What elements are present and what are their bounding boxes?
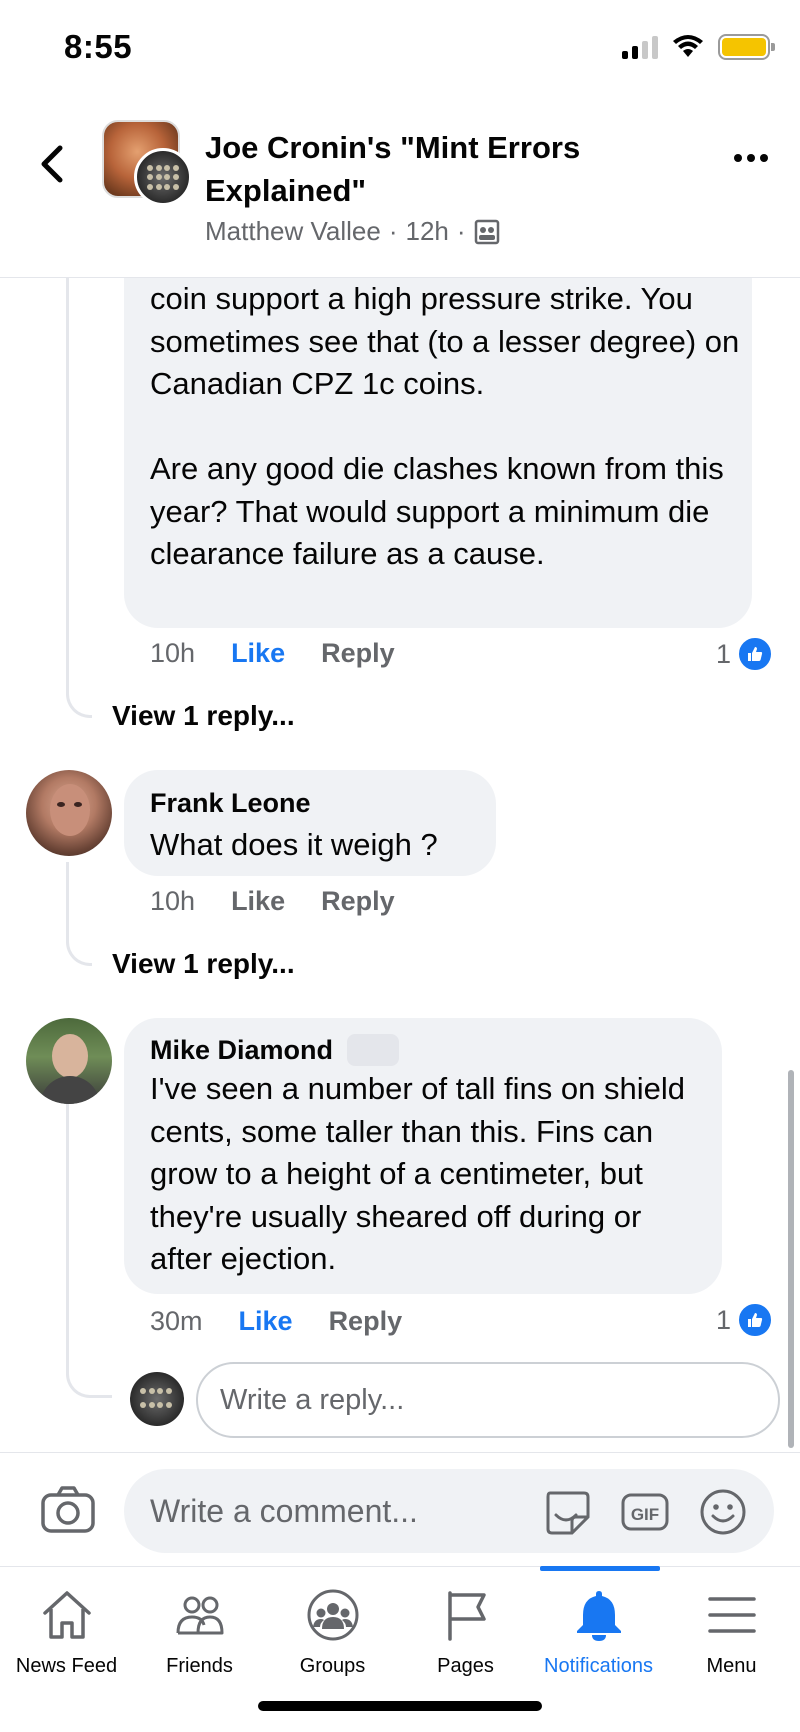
meta-separator: · [456, 216, 466, 246]
author-name[interactable]: Mike Diamond [150, 1035, 333, 1066]
camera-icon[interactable] [40, 1485, 96, 1535]
tab-label: Pages [437, 1655, 494, 1677]
sticker-icon[interactable] [542, 1487, 592, 1537]
thumbs-up-icon [737, 636, 774, 672]
meta-separator: · [388, 216, 398, 246]
comment-actions: 30m Like Reply [150, 1306, 402, 1337]
post-time: 12h [405, 216, 449, 246]
thread-line [66, 862, 92, 966]
back-button[interactable] [34, 140, 70, 188]
reply-row: Write a reply... [130, 1362, 780, 1438]
gif-label: GIF [631, 1505, 659, 1524]
reaction-number: 1 [716, 638, 732, 669]
group-title[interactable]: Joe Cronin's "Mint Errors Explained" [205, 126, 705, 212]
cellular-signal-icon [622, 35, 658, 59]
post-author[interactable]: Matthew Vallee [205, 216, 381, 247]
reaction-count[interactable]: 1 [716, 636, 774, 672]
comment-placeholder: Write a comment... [150, 1493, 418, 1529]
comment-bubble: coin support a high pressure strike. You… [124, 230, 752, 628]
battery-icon [718, 34, 775, 60]
view-replies-link[interactable]: View 1 reply... [112, 948, 295, 980]
author-avatar[interactable] [134, 148, 192, 206]
tab-friends[interactable]: Friends [133, 1567, 266, 1687]
author-name[interactable]: Frank Leone [150, 788, 311, 819]
tab-label: Menu [706, 1655, 757, 1677]
group-privacy-icon [474, 219, 499, 244]
status-time: 8:55 [64, 28, 133, 65]
comment-actions: 10h Like Reply [150, 886, 395, 917]
comment-author[interactable]: Mike Diamond [150, 1034, 400, 1066]
reply-button[interactable]: Reply [321, 638, 395, 669]
tab-label: Notifications [544, 1655, 653, 1677]
comment-time: 30m [150, 1306, 203, 1336]
thread-line [66, 1102, 112, 1398]
home-indicator [258, 1701, 542, 1711]
post-meta: Matthew Vallee · 12h · [205, 216, 500, 247]
comment-text: I've seen a number of tall fins on shiel… [150, 1071, 685, 1276]
tab-menu[interactable]: Menu [665, 1567, 798, 1687]
friends-icon [176, 1596, 223, 1635]
comment-actions: 10h Like Reply [150, 638, 395, 669]
groups-icon [307, 1589, 358, 1641]
wifi-icon [673, 35, 703, 57]
post-header: Joe Cronin's "Mint Errors Explained" Mat… [0, 100, 800, 278]
tab-news-feed[interactable]: News Feed [0, 1567, 133, 1687]
status-bar: 8:55 [0, 0, 800, 100]
emoji-icon[interactable] [698, 1487, 748, 1537]
user-avatar [130, 1372, 184, 1426]
status-icons [622, 34, 775, 60]
flag-icon [447, 1591, 486, 1641]
commenter-avatar[interactable] [26, 1018, 112, 1104]
like-button[interactable]: Like [231, 886, 285, 917]
reaction-number: 1 [716, 1304, 732, 1335]
thumbs-up-icon [737, 1302, 774, 1338]
tab-label: News Feed [15, 1655, 118, 1677]
comment-time: 10h [150, 638, 196, 668]
tab-notifications[interactable]: Notifications [532, 1567, 665, 1687]
tab-label: Friends [166, 1655, 233, 1677]
like-button[interactable]: Like [239, 1306, 293, 1337]
more-options-button[interactable] [734, 154, 768, 162]
comment-bubble: Frank Leone What does it weigh ? [124, 770, 496, 876]
like-button[interactable]: Like [231, 638, 285, 669]
gif-icon[interactable]: GIF [620, 1487, 670, 1537]
view-replies-link[interactable]: View 1 reply... [112, 700, 295, 732]
reaction-count[interactable]: 1 [716, 1302, 774, 1338]
comment-text: What does it weigh ? [150, 827, 438, 862]
reply-placeholder: Write a reply... [220, 1383, 405, 1416]
author-badge [347, 1034, 400, 1066]
bell-icon [576, 1591, 621, 1641]
menu-icon [707, 1597, 756, 1633]
tab-groups[interactable]: Groups [266, 1567, 399, 1687]
comment-text: coin support a high pressure strike. You… [150, 281, 740, 571]
tab-label: Groups [299, 1655, 366, 1677]
reply-input[interactable]: Write a reply... [196, 1362, 780, 1438]
comment-input[interactable]: Write a comment... GIF [124, 1469, 774, 1553]
thread-line [66, 278, 92, 718]
comment-author[interactable]: Frank Leone [150, 788, 311, 819]
scrollbar[interactable] [788, 1070, 794, 1448]
reply-button[interactable]: Reply [321, 886, 395, 917]
commenter-avatar[interactable] [26, 770, 112, 856]
comment-time: 10h [150, 886, 196, 916]
reply-button[interactable]: Reply [329, 1306, 403, 1337]
comment-composer: Write a comment... GIF [0, 1452, 800, 1566]
comment-bubble: Mike Diamond I've seen a number of tall … [124, 1018, 722, 1294]
home-icon [42, 1591, 91, 1639]
tab-pages[interactable]: Pages [399, 1567, 532, 1687]
chevron-left-icon [41, 145, 63, 183]
